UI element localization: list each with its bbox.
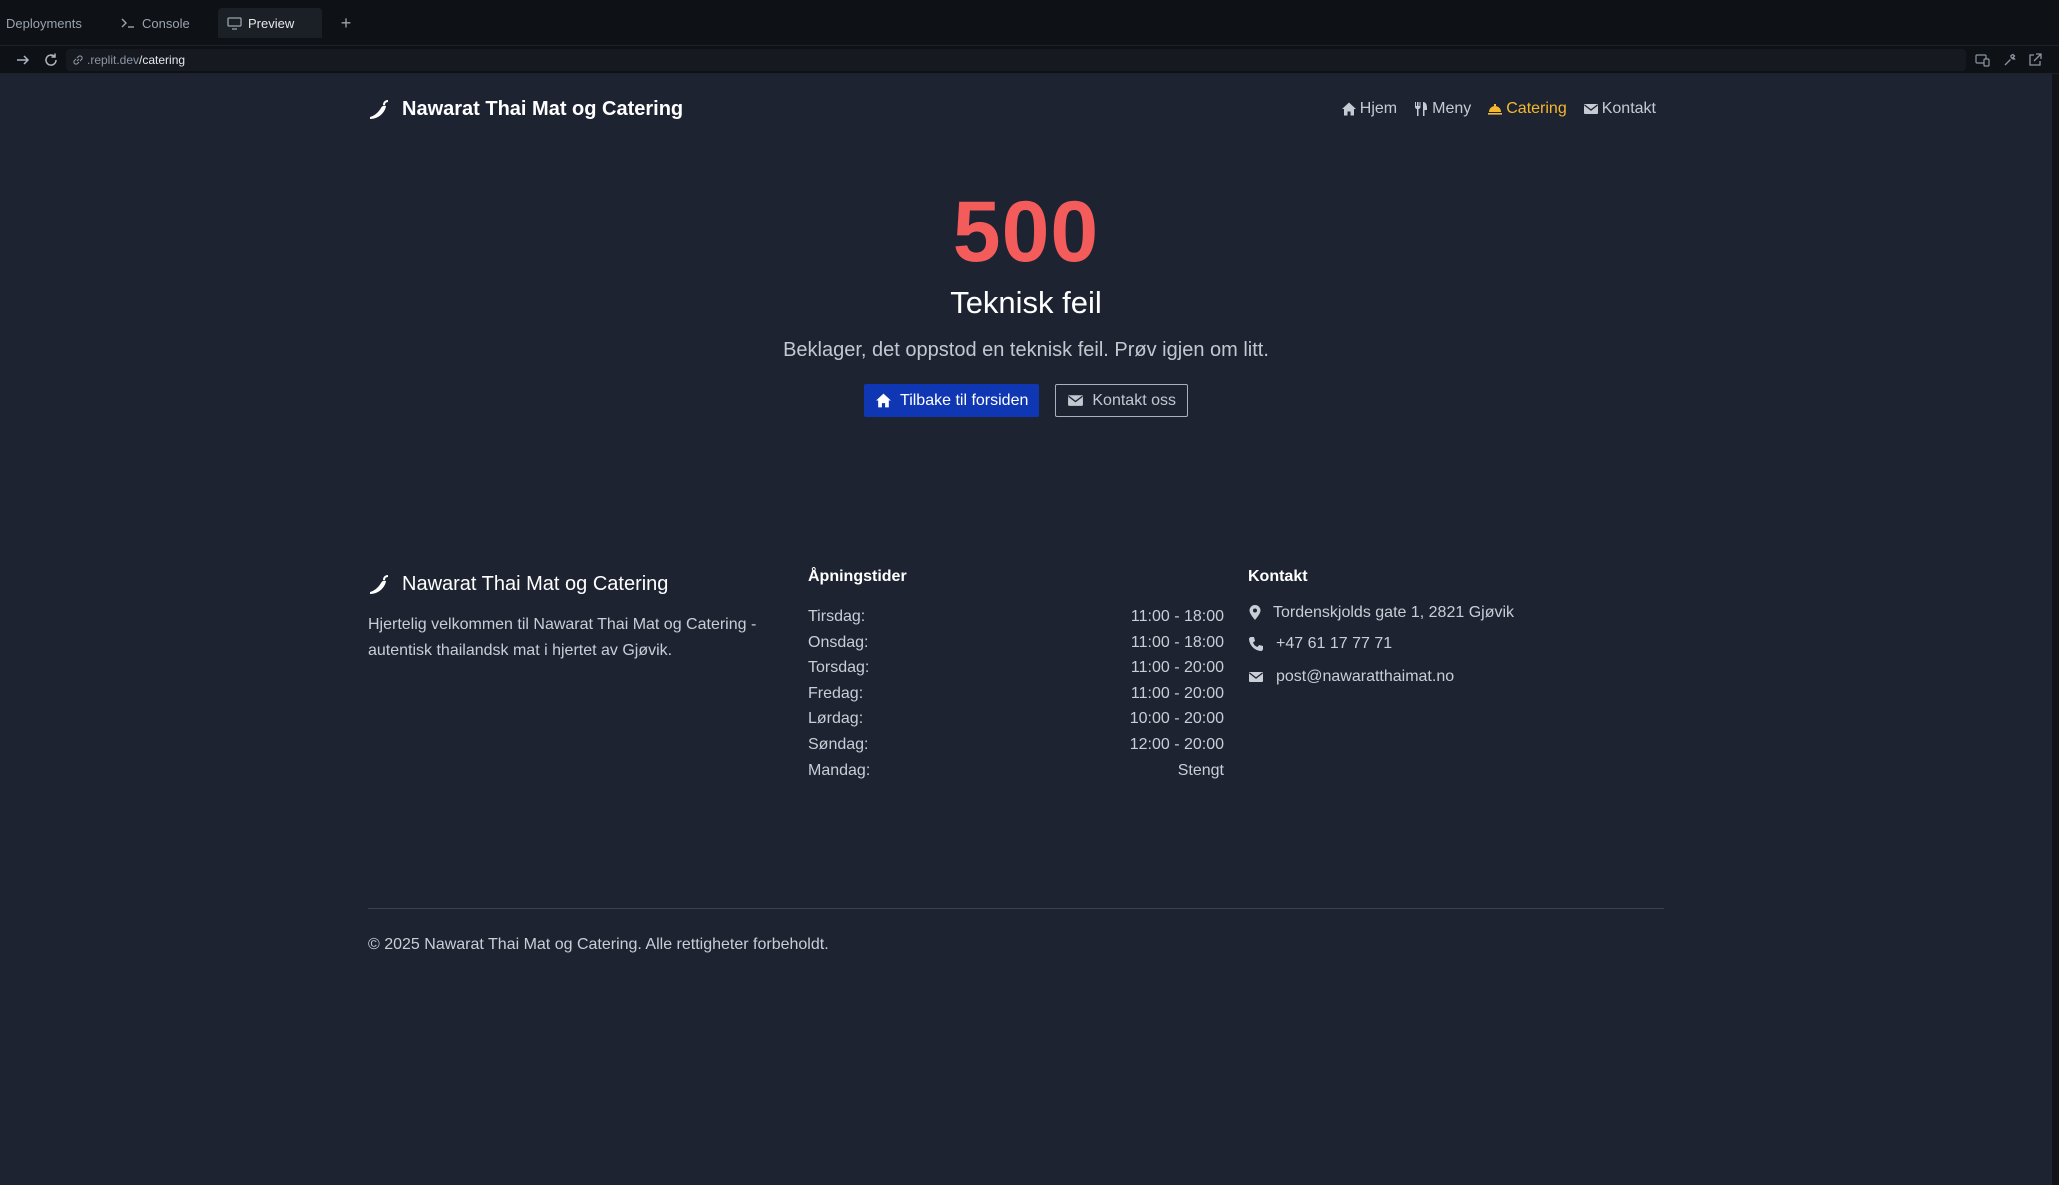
link-icon (72, 54, 84, 66)
utensils-icon (1413, 101, 1429, 117)
site-header: Nawarat Thai Mat og Catering Hjem Meny C… (368, 90, 1656, 130)
reload-icon[interactable] (42, 51, 60, 69)
url-path: /catering (139, 53, 186, 67)
main-nav: Hjem Meny Catering Kontakt (1341, 100, 1656, 118)
contact-address: Tordenskjolds gate 1, 2821 Gjøvik (1248, 599, 1514, 627)
tab-deployments[interactable]: Deployments (6, 8, 82, 38)
hours-row: Fredag: 11:00 - 20:00 (808, 681, 1224, 707)
footer-opening-hours: Åpningstider Tirsdag: 11:00 - 18:00 Onsda… (808, 568, 1224, 783)
chili-pepper-icon (368, 574, 390, 596)
back-to-home-label: Tilbake til forsiden (900, 391, 1029, 409)
forward-arrow-icon[interactable] (14, 51, 32, 69)
hours-row: Lørdag: 10:00 - 20:00 (808, 706, 1224, 732)
phone-icon (1248, 636, 1264, 652)
wrench-icon[interactable] (2002, 52, 2018, 68)
copyright-text: © 2025 Nawarat Thai Mat og Catering. All… (368, 936, 829, 953)
url-host: .replit.dev (87, 53, 140, 67)
envelope-icon (1583, 101, 1599, 117)
hours-day: Torsdag: (808, 659, 870, 677)
chili-pepper-icon (368, 99, 390, 121)
contact-email-text: post@nawaratthaimat.no (1276, 667, 1455, 685)
opening-hours-heading: Åpningstider (808, 568, 907, 585)
tab-console[interactable]: Console (120, 8, 190, 38)
contact-phone-text: +47 61 17 77 71 (1276, 634, 1393, 652)
nav-item-label: Hjem (1359, 100, 1398, 117)
contact-us-button[interactable]: Kontakt oss (1055, 384, 1188, 417)
hours-day: Fredag: (808, 684, 864, 702)
hours-time: 11:00 - 18:00 (1130, 608, 1224, 625)
tab-deployments-label: Deployments (6, 15, 82, 31)
contact-email[interactable]: post@nawaratthaimat.no (1248, 661, 1514, 693)
food-tray-icon (1487, 101, 1503, 117)
error-section: 500 Teknisk feil Beklager, det oppstod e… (0, 184, 2052, 417)
devices-icon[interactable] (1975, 52, 1991, 68)
error-message: Beklager, det oppstod en teknisk feil. P… (783, 339, 1269, 361)
hours-time: 10:00 - 20:00 (1129, 710, 1224, 728)
envelope-icon (1248, 669, 1264, 685)
opening-hours-list: Tirsdag: 11:00 - 18:00 Onsdag: 11:00 - 18:… (808, 604, 1224, 783)
site-brand-name: Nawarat Thai Mat og Catering (402, 98, 684, 120)
hours-row: Onsdag: 11:00 - 18:00 (808, 630, 1224, 656)
hours-row: Søndag: 12:00 - 20:00 (808, 732, 1224, 758)
contact-address-text: Tordenskjolds gate 1, 2821 Gjøvik (1273, 604, 1515, 621)
envelope-icon (1067, 392, 1084, 409)
tab-preview[interactable]: Preview (218, 8, 322, 38)
footer-divider (368, 908, 1664, 909)
contact-list: Tordenskjolds gate 1, 2821 Gjøvik +47 61… (1248, 599, 1514, 693)
footer-description: Hjertelig velkommen til Nawarat Thai Mat… (368, 616, 757, 659)
hours-row: Torsdag: 11:00 - 20:00 (808, 655, 1224, 681)
error-title: Teknisk feil (950, 285, 1102, 320)
nav-item-kontakt[interactable]: Kontakt (1583, 100, 1656, 118)
error-actions: Tilbake til forsiden Kontakt oss (0, 384, 2052, 417)
preview-address-bar: .replit.dev/catering (0, 46, 2059, 74)
contact-phone[interactable]: +47 61 17 77 71 (1248, 627, 1514, 661)
hours-time: Stengt (1177, 761, 1224, 779)
preview-viewport: Nawarat Thai Mat og Catering Hjem Meny C… (0, 74, 2052, 1185)
hours-time: 11:00 - 20:00 (1130, 684, 1224, 702)
hours-day: Lørdag: (808, 710, 864, 728)
external-link-icon[interactable] (2027, 52, 2043, 68)
nav-item-label: Kontakt (1601, 100, 1656, 117)
hours-day: Tirsdag: (808, 608, 866, 625)
home-icon (1341, 101, 1357, 117)
footer-about: Nawarat Thai Mat og Catering Hjertelig v… (368, 568, 788, 664)
preview-scrollbar[interactable] (2052, 74, 2059, 1185)
tab-console-label: Console (142, 15, 190, 31)
monitor-icon (226, 15, 242, 31)
nav-item-catering[interactable]: Catering (1487, 100, 1567, 118)
footer-contact: Kontakt Tordenskjolds gate 1, 2821 Gjøvi… (1248, 568, 1514, 693)
home-icon (875, 392, 892, 409)
ide-tab-bar: Deployments Console Preview + (0, 0, 2059, 46)
hours-day: Søndag: (808, 735, 869, 753)
hours-time: 11:00 - 20:00 (1130, 659, 1224, 677)
contact-us-label: Kontakt oss (1092, 391, 1176, 409)
nav-item-hjem[interactable]: Hjem (1341, 100, 1397, 118)
hours-time: 11:00 - 18:00 (1130, 633, 1224, 651)
terminal-icon (120, 15, 136, 31)
footer-brand: Nawarat Thai Mat og Catering (368, 573, 788, 596)
add-tab-button[interactable]: + (335, 12, 357, 34)
tab-preview-label: Preview (248, 15, 295, 31)
hours-row: Tirsdag: 11:00 - 18:00 (808, 604, 1224, 630)
hours-day: Onsdag: (808, 633, 869, 651)
hours-day: Mandag: (808, 761, 871, 779)
contact-heading: Kontakt (1248, 568, 1308, 585)
site-brand[interactable]: Nawarat Thai Mat og Catering (368, 98, 683, 121)
nav-item-label: Catering (1506, 100, 1567, 117)
hours-row: Mandag: Stengt (808, 758, 1224, 784)
hours-time: 12:00 - 20:00 (1129, 735, 1224, 753)
url-input[interactable]: .replit.dev/catering (66, 49, 1966, 71)
nav-item-meny[interactable]: Meny (1413, 100, 1471, 118)
error-code: 500 (952, 184, 1100, 280)
back-to-home-button[interactable]: Tilbake til forsiden (864, 384, 1040, 417)
nav-item-label: Meny (1432, 100, 1472, 117)
footer-brand-name: Nawarat Thai Mat og Catering (402, 573, 669, 595)
map-pin-icon (1248, 605, 1264, 621)
